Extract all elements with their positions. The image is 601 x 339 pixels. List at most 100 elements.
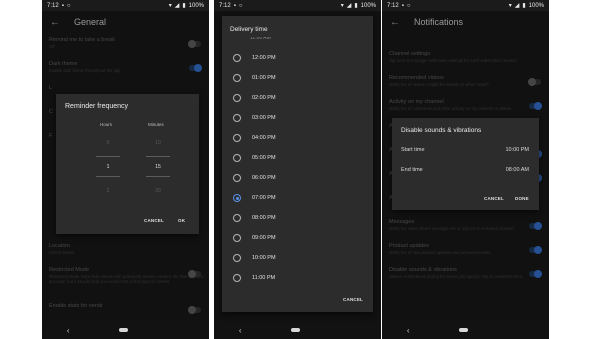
hours-picker-prev[interactable]: 0 [98, 140, 118, 146]
dialog-title: Disable sounds & vibrations [401, 127, 482, 134]
notification-icon: ○ [406, 2, 411, 9]
radio-button-checked[interactable] [233, 194, 241, 202]
dialog-title: Delivery time [230, 26, 268, 33]
time-option[interactable]: 02:00 PM [222, 88, 373, 108]
time-option[interactable]: 03:00 PM [222, 108, 373, 128]
radio-button[interactable] [233, 154, 241, 162]
nav-back-icon[interactable]: ‹ [67, 326, 70, 335]
option-label: 11:00 PM [252, 275, 276, 281]
notification-icon: ▪ [233, 2, 236, 9]
battery-percent: 100% [188, 2, 204, 9]
nav-home-icon[interactable] [119, 328, 129, 332]
ok-button[interactable]: OK [178, 218, 185, 223]
cell-signal-icon: ◢ [346, 3, 352, 9]
radio-button[interactable] [233, 94, 241, 102]
phone-screen-delivery-time: 7:12 ▪ ○ ▾ ◢ ▮ 100% Delivery time 11:00 … [214, 0, 381, 339]
hours-picker-next[interactable]: 2 [98, 188, 118, 194]
wifi-icon: ▾ [340, 3, 344, 9]
hours-picker-selected[interactable]: 1 [98, 164, 118, 170]
time-option[interactable]: 08:00 PM [222, 208, 373, 228]
radio-button[interactable] [233, 254, 241, 262]
cell-signal-icon: ◢ [514, 3, 520, 9]
nav-home-icon[interactable] [459, 328, 469, 332]
picker-divider [96, 176, 120, 177]
option-label: 09:00 PM [252, 235, 276, 241]
picker-divider [146, 176, 170, 177]
radio-button[interactable] [233, 274, 241, 282]
picker-divider [146, 156, 170, 157]
radio-button[interactable] [233, 54, 241, 62]
start-time-row[interactable]: Start time 10:00 PM [401, 147, 529, 153]
time-option[interactable]: 09:00 PM [222, 228, 373, 248]
nav-back-icon[interactable]: ‹ [407, 326, 410, 335]
end-time-row[interactable]: End time 08:00 AM [401, 167, 529, 173]
time-option[interactable]: 11:00 PM [222, 268, 373, 288]
nav-home-icon[interactable] [291, 328, 301, 332]
status-time: 7:12 [387, 2, 399, 9]
status-bar: 7:12 ▪ ○ ▾ ◢ ▮ 100% [42, 0, 209, 11]
reminder-frequency-dialog: Reminder frequency Hours Minutes 0 1 2 1… [56, 94, 199, 234]
time-option[interactable]: 12:00 PM [222, 48, 373, 68]
wifi-icon: ▾ [168, 3, 172, 9]
hours-label: Hours [100, 122, 113, 127]
option-label: 08:00 PM [252, 215, 276, 221]
time-option[interactable]: 06:00 PM [222, 168, 373, 188]
radio-button[interactable] [233, 114, 241, 122]
battery-icon: ▮ [182, 3, 186, 9]
time-option[interactable]: 10:00 PM [222, 248, 373, 268]
notification-icon: ▪ [61, 2, 64, 9]
navigation-bar: ‹ [382, 321, 549, 339]
option-label: 03:00 PM [252, 115, 276, 121]
minutes-picker-selected[interactable]: 15 [148, 164, 168, 170]
option-label: 12:00 PM [252, 55, 276, 61]
phone-screen-general: 7:12 ▪ ○ ▾ ◢ ▮ 100% ← General Remind me … [42, 0, 209, 339]
disable-sounds-dialog: Disable sounds & vibrations Start time 1… [392, 118, 539, 210]
navigation-bar: ‹ [214, 321, 381, 339]
minutes-label: Minutes [148, 122, 164, 127]
done-button[interactable]: DONE [515, 196, 529, 201]
battery-icon: ▮ [522, 3, 526, 9]
option-label: 02:00 PM [252, 95, 276, 101]
cancel-button[interactable]: CANCEL [343, 297, 363, 302]
phone-screen-notifications: 7:12 ▪ ○ ▾ ◢ ▮ 100% ← Notifications Chan… [382, 0, 549, 339]
time-option[interactable]: 05:00 PM [222, 148, 373, 168]
status-time: 7:12 [219, 2, 231, 9]
notification-icon: ▪ [401, 2, 404, 9]
battery-percent: 100% [528, 2, 544, 9]
status-time: 7:12 [47, 2, 59, 9]
nav-back-icon[interactable]: ‹ [239, 326, 242, 335]
option-label: 01:00 PM [252, 75, 276, 81]
option-label: 05:00 PM [252, 155, 276, 161]
cancel-button[interactable]: CANCEL [144, 218, 164, 223]
radio-button[interactable] [233, 174, 241, 182]
notification-icon: ○ [66, 2, 71, 9]
battery-percent: 100% [360, 2, 376, 9]
minutes-picker-prev[interactable]: 10 [148, 140, 168, 146]
start-time-label: Start time [401, 147, 425, 153]
status-bar: 7:12 ▪ ○ ▾ ◢ ▮ 100% [214, 0, 381, 11]
cell-signal-icon: ◢ [174, 3, 180, 9]
time-option-selected[interactable]: 07:00 PM [222, 188, 373, 208]
delivery-time-dialog: Delivery time 11:00 AM 12:00 PM 01:00 PM… [222, 16, 373, 312]
cancel-button[interactable]: CANCEL [484, 196, 504, 201]
dialog-title: Reminder frequency [65, 103, 129, 110]
status-bar: 7:12 ▪ ○ ▾ ◢ ▮ 100% [382, 0, 549, 11]
battery-icon: ▮ [354, 3, 358, 9]
option-label-peek: 11:00 AM [250, 37, 271, 41]
time-option[interactable]: 04:00 PM [222, 128, 373, 148]
radio-button[interactable] [233, 134, 241, 142]
start-time-value[interactable]: 10:00 PM [505, 147, 529, 153]
end-time-label: End time [401, 167, 423, 173]
time-option[interactable]: 01:00 PM [222, 68, 373, 88]
radio-button[interactable] [233, 234, 241, 242]
picker-divider [96, 156, 120, 157]
radio-button[interactable] [233, 74, 241, 82]
notification-icon: ○ [238, 2, 243, 9]
option-label: 04:00 PM [252, 135, 276, 141]
wifi-icon: ▾ [508, 3, 512, 9]
end-time-value[interactable]: 08:00 AM [506, 167, 529, 173]
minutes-picker-next[interactable]: 20 [148, 188, 168, 194]
navigation-bar: ‹ [42, 321, 209, 339]
option-label: 06:00 PM [252, 175, 276, 181]
radio-button[interactable] [233, 214, 241, 222]
